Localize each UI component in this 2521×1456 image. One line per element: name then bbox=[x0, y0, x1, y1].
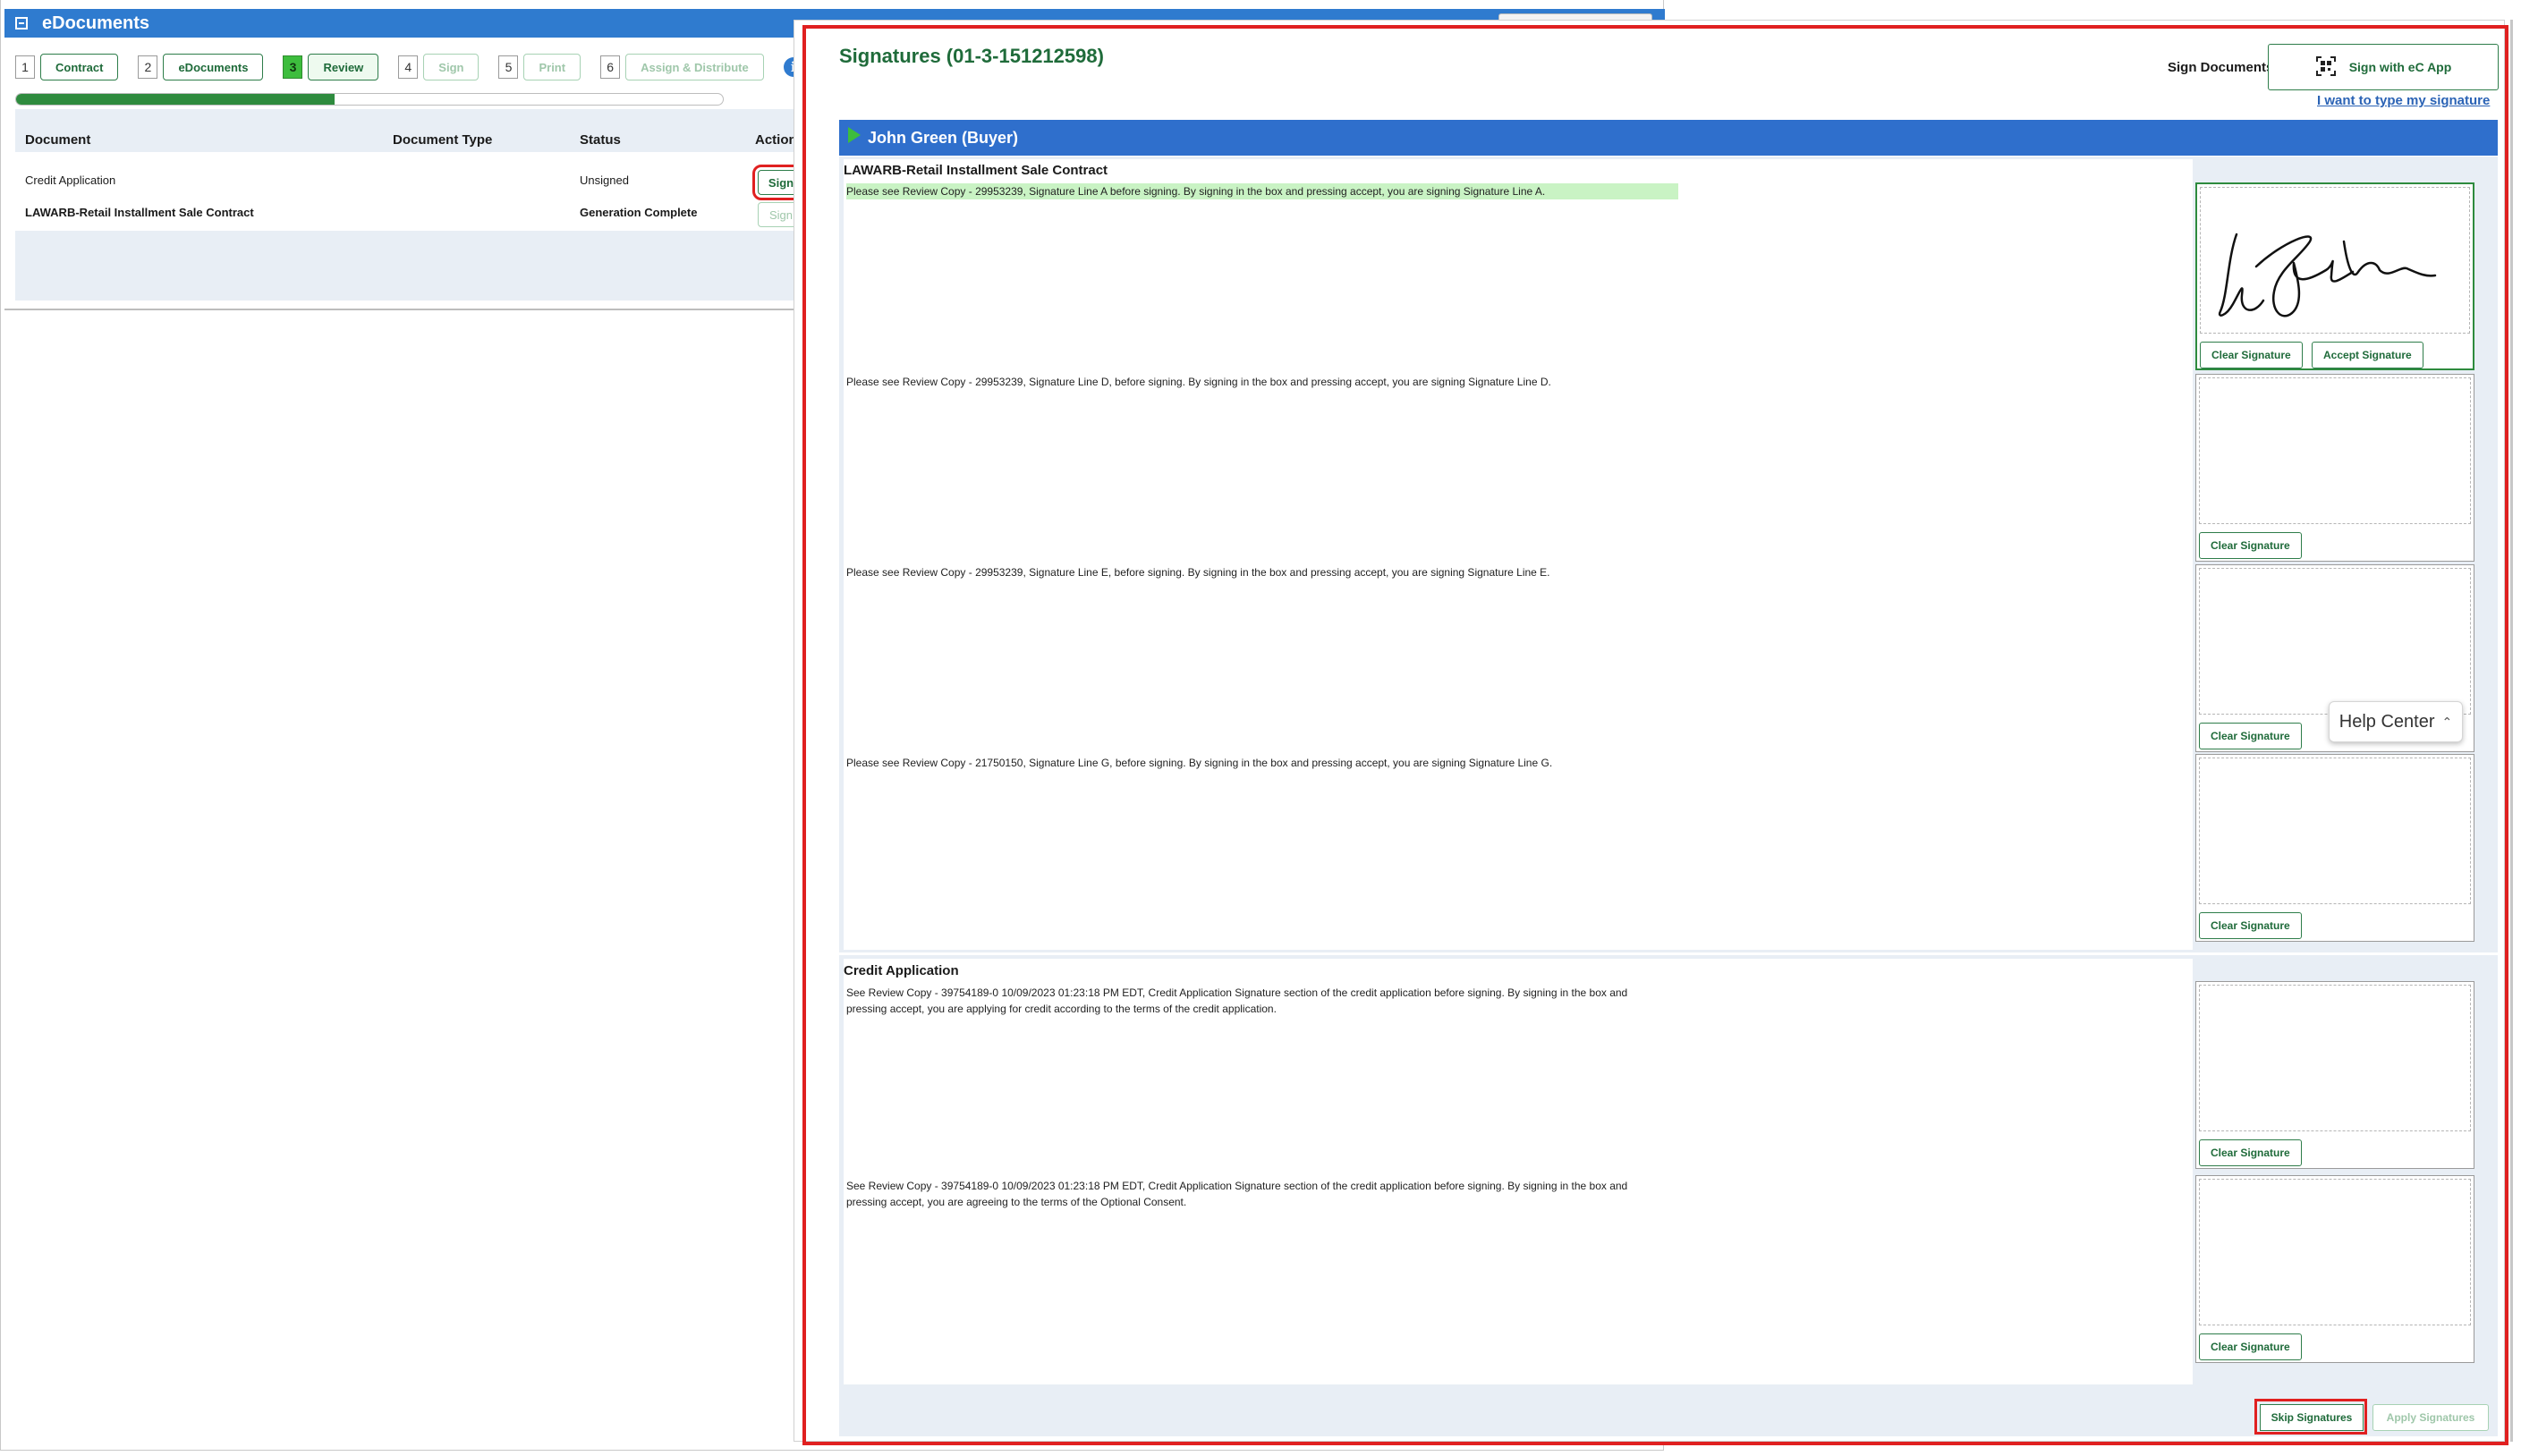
signature-pad-line-d[interactable]: Clear Signature bbox=[2195, 374, 2474, 562]
modal-title: Signatures (01-3-151212598) bbox=[839, 45, 1104, 67]
modal-footer bbox=[839, 1386, 2498, 1436]
column-status: Status bbox=[580, 132, 621, 148]
chevron-up-icon: ⌃ bbox=[2441, 714, 2453, 729]
step-number: 4 bbox=[398, 55, 419, 79]
step-number: 6 bbox=[600, 55, 621, 79]
step-assign-distribute-button[interactable]: Assign & Distribute bbox=[625, 54, 764, 80]
step-edocuments[interactable]: 2 eDocuments bbox=[138, 54, 264, 80]
credit-section-title: Credit Application bbox=[844, 963, 959, 978]
skip-signatures-button[interactable]: Skip Signatures bbox=[2260, 1404, 2364, 1431]
table-row: LAWARB-Retail Installment Sale Contract … bbox=[15, 199, 804, 231]
progress-bar bbox=[15, 93, 724, 106]
signature-drawing-area[interactable] bbox=[2199, 758, 2471, 904]
signature-line-d-text: Please see Review Copy - 29953239, Signa… bbox=[846, 376, 1551, 388]
signature-drawing-area[interactable] bbox=[2199, 985, 2471, 1131]
clear-signature-button[interactable]: Clear Signature bbox=[2199, 532, 2302, 559]
signature-drawing-area[interactable] bbox=[2200, 187, 2470, 334]
table-row: Credit Application Unsigned Sign bbox=[15, 165, 810, 200]
expand-play-icon bbox=[848, 127, 861, 143]
clear-signature-button[interactable]: Clear Signature bbox=[2199, 723, 2302, 749]
step-number: 2 bbox=[138, 55, 158, 79]
sign-with-ec-app-label: Sign with eC App bbox=[2348, 60, 2452, 74]
credit-section-body bbox=[844, 959, 2193, 1384]
apply-signatures-button[interactable]: Apply Signatures bbox=[2372, 1404, 2489, 1431]
signature-drawing-area[interactable] bbox=[2199, 1179, 2471, 1325]
table-empty-area bbox=[15, 231, 794, 301]
help-center-label: Help Center bbox=[2339, 711, 2435, 732]
clear-signature-button[interactable]: Clear Signature bbox=[2199, 912, 2302, 939]
type-signature-link[interactable]: I want to type my signature bbox=[2317, 93, 2490, 108]
documents-table-header: Document Document Type Status Action bbox=[15, 109, 797, 152]
workflow-steps: 1 Contract 2 eDocuments 3 Review 4 Sign … bbox=[15, 54, 803, 80]
signer-header[interactable]: John Green (Buyer) bbox=[839, 120, 2498, 156]
signature-line-a-text: Please see Review Copy - 29953239, Signa… bbox=[846, 183, 1678, 199]
sign-with-ec-app-button[interactable]: Sign with eC App bbox=[2268, 44, 2499, 90]
step-assign-distribute[interactable]: 6 Assign & Distribute bbox=[600, 54, 764, 80]
contract-section-title: LAWARB-Retail Installment Sale Contract bbox=[844, 163, 1108, 178]
signer-name: John Green (Buyer) bbox=[868, 128, 1019, 147]
signature-line-e-text: Please see Review Copy - 29953239, Signa… bbox=[846, 566, 1550, 579]
column-document-type: Document Type bbox=[393, 132, 493, 148]
edocuments-title: eDocuments bbox=[42, 13, 150, 33]
step-print[interactable]: 5 Print bbox=[498, 54, 581, 80]
progress-fill bbox=[16, 94, 335, 105]
signature-pad-line-g[interactable]: Clear Signature bbox=[2195, 754, 2474, 942]
qr-scan-icon bbox=[2315, 55, 2337, 80]
clear-signature-button[interactable]: Clear Signature bbox=[2199, 1333, 2302, 1360]
document-status: Unsigned bbox=[580, 174, 629, 187]
credit-application-signature-text: See Review Copy - 39754189-0 10/09/2023 … bbox=[846, 986, 1628, 1015]
step-sign-button[interactable]: Sign bbox=[423, 54, 480, 80]
step-edocuments-button[interactable]: eDocuments bbox=[163, 54, 264, 80]
step-number: 5 bbox=[498, 55, 519, 79]
signature-drawing-area[interactable] bbox=[2199, 568, 2471, 715]
signature-drawing-area[interactable] bbox=[2199, 377, 2471, 524]
step-number: 1 bbox=[15, 55, 35, 79]
signature-pad-line-a[interactable]: Clear Signature Accept Signature bbox=[2195, 182, 2474, 370]
divider bbox=[4, 309, 796, 310]
step-number: 3 bbox=[283, 55, 303, 79]
accept-signature-button[interactable]: Accept Signature bbox=[2312, 342, 2423, 368]
signature-pad-optional-consent[interactable]: Clear Signature bbox=[2195, 1175, 2474, 1363]
signature-line-g-text: Please see Review Copy - 21750150, Signa… bbox=[846, 757, 1553, 769]
sign-documents-label: Sign Documents: bbox=[2168, 60, 2279, 75]
step-sign[interactable]: 4 Sign bbox=[398, 54, 480, 80]
clear-signature-button[interactable]: Clear Signature bbox=[2200, 342, 2303, 368]
column-action: Action bbox=[755, 132, 797, 148]
collapse-icon[interactable] bbox=[15, 17, 28, 30]
signature-pad-credit-application[interactable]: Clear Signature bbox=[2195, 981, 2474, 1169]
column-document: Document bbox=[25, 132, 91, 148]
optional-consent-signature-text: See Review Copy - 39754189-0 10/09/2023 … bbox=[846, 1180, 1628, 1208]
scrollbar[interactable] bbox=[2510, 20, 2513, 1442]
contract-section-body bbox=[844, 159, 2193, 950]
step-contract[interactable]: 1 Contract bbox=[15, 54, 119, 80]
step-print-button[interactable]: Print bbox=[523, 54, 581, 80]
step-contract-button[interactable]: Contract bbox=[40, 54, 119, 80]
help-center-button[interactable]: Help Center ⌃ bbox=[2329, 701, 2463, 742]
document-name: Credit Application bbox=[25, 174, 116, 187]
clear-signature-button[interactable]: Clear Signature bbox=[2199, 1139, 2302, 1166]
handwritten-signature bbox=[2218, 233, 2437, 317]
step-review-button[interactable]: Review bbox=[308, 54, 379, 80]
step-review[interactable]: 3 Review bbox=[283, 54, 379, 80]
document-name: LAWARB-Retail Installment Sale Contract bbox=[25, 206, 254, 219]
document-status: Generation Complete bbox=[580, 206, 698, 219]
